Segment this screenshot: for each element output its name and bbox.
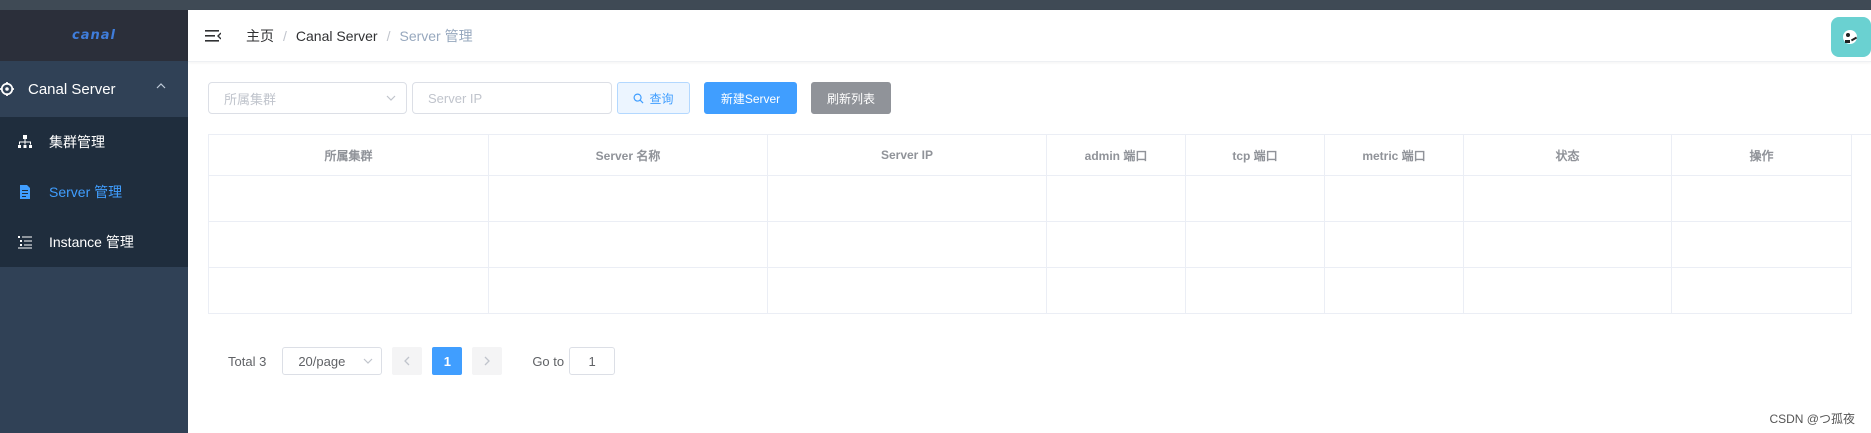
table-cell xyxy=(1464,268,1672,314)
search-button[interactable]: 查询 xyxy=(617,82,690,114)
table-cell xyxy=(1464,176,1672,222)
table-cell xyxy=(768,176,1047,222)
hamburger-icon[interactable] xyxy=(205,28,221,44)
document-icon xyxy=(20,185,30,199)
new-server-label: 新建Server xyxy=(720,91,781,106)
breadcrumb-separator: / xyxy=(283,27,287,44)
column-header[interactable]: Server IP xyxy=(768,135,1047,176)
table-cell xyxy=(1325,268,1464,314)
sidebar: canal Canal Server 集群管理 Server 管理 Instan… xyxy=(0,10,188,433)
breadcrumb-home[interactable]: 主页 xyxy=(246,26,274,46)
column-header[interactable]: 所属集群 xyxy=(209,135,489,176)
page-size-select[interactable]: 20/page xyxy=(282,347,383,375)
submenu-items: 集群管理 Server 管理 Instance 管理 xyxy=(0,117,188,267)
table-header: 所属集群 Server 名称 Server IP admin 端口 tcp 端口… xyxy=(209,135,1871,176)
pagination: Total 3 20/page 1 Go to 1 xyxy=(228,347,616,375)
breadcrumb-canal-server[interactable]: Canal Server xyxy=(296,28,378,44)
list-icon xyxy=(18,236,32,249)
sitemap-icon xyxy=(18,135,32,148)
search-icon xyxy=(633,93,644,104)
watermark: CSDN @つ孤夜 xyxy=(1769,412,1855,426)
breadcrumb-current: Server 管理 xyxy=(399,27,473,44)
column-header[interactable]: Server 名称 xyxy=(489,135,768,176)
sidebar-item-cluster[interactable]: 集群管理 xyxy=(0,117,188,167)
table-cell xyxy=(1047,222,1186,268)
table-cell xyxy=(1672,222,1852,268)
table-cell xyxy=(1186,176,1325,222)
server-ip-input[interactable]: Server IP xyxy=(412,82,612,114)
table-cell xyxy=(1047,268,1186,314)
chevron-right-icon xyxy=(484,356,491,366)
table-cell xyxy=(209,176,489,222)
cluster-select[interactable]: 所属集群 xyxy=(208,82,407,114)
table-cell xyxy=(489,268,768,314)
table-cell xyxy=(1186,222,1325,268)
sidebar-item-label: Server 管理 xyxy=(49,184,123,200)
navbar: 主页 / Canal Server / Server 管理 xyxy=(188,10,1871,62)
avatar[interactable] xyxy=(1831,17,1871,57)
window-top-strip xyxy=(0,0,1871,10)
chevron-down-icon xyxy=(386,95,396,101)
table-cell xyxy=(209,222,489,268)
main-content: 主页 / Canal Server / Server 管理 所属集群 Serve… xyxy=(188,10,1871,433)
server-table: 所属集群 Server 名称 Server IP admin 端口 tcp 端口… xyxy=(208,134,1871,314)
chevron-left-icon xyxy=(404,356,410,366)
sidebar-item-label: 集群管理 xyxy=(49,134,105,150)
filter-toolbar: 所属集群 Server IP 查询 新建Server 刷新列表 xyxy=(208,82,891,114)
table-cell xyxy=(1047,176,1186,222)
prev-page-button[interactable] xyxy=(392,347,423,375)
sidebar-item-instance[interactable]: Instance 管理 xyxy=(0,217,188,267)
goto-label: Go to xyxy=(532,353,565,369)
refresh-list-button[interactable]: 刷新列表 xyxy=(811,82,891,114)
sidebar-item-server[interactable]: Server 管理 xyxy=(0,167,188,217)
table-cell xyxy=(1325,176,1464,222)
table-cell xyxy=(489,176,768,222)
server-ip-placeholder: Server IP xyxy=(428,90,483,106)
table-cell xyxy=(1325,222,1464,268)
column-header[interactable]: 状态 xyxy=(1464,135,1672,176)
column-header[interactable]: admin 端口 xyxy=(1047,135,1186,176)
chevron-down-icon xyxy=(363,358,373,364)
logo[interactable]: canal xyxy=(0,10,188,61)
breadcrumb: 主页 / Canal Server / Server 管理 xyxy=(246,26,473,46)
submenu-label: Canal Server xyxy=(28,80,116,98)
logo-text: canal xyxy=(72,28,116,43)
new-server-button[interactable]: 新建Server xyxy=(704,82,797,114)
table-body xyxy=(209,176,1871,314)
table-cell xyxy=(768,268,1047,314)
table-cell xyxy=(768,222,1047,268)
table-cell xyxy=(1672,176,1852,222)
chevron-up-icon xyxy=(156,83,166,89)
table-cell xyxy=(1186,268,1325,314)
column-header[interactable]: tcp 端口 xyxy=(1186,135,1325,176)
table-row[interactable] xyxy=(209,222,1871,268)
submenu-canal-server[interactable]: Canal Server xyxy=(0,61,188,117)
goto-page-input[interactable]: 1 xyxy=(569,347,616,375)
refresh-list-label: 刷新列表 xyxy=(826,91,875,106)
page-size-value: 20/page xyxy=(298,353,346,369)
gear-icon xyxy=(0,82,14,96)
pagination-total: Total 3 xyxy=(228,353,267,369)
table-row[interactable] xyxy=(209,268,1871,314)
table-cell xyxy=(489,222,768,268)
next-page-button[interactable] xyxy=(472,347,503,375)
search-button-label: 查询 xyxy=(649,91,674,106)
table-cell xyxy=(1672,268,1852,314)
table-cell xyxy=(209,268,489,314)
table-cell xyxy=(1464,222,1672,268)
avatar-image-icon xyxy=(1843,30,1858,44)
cluster-select-placeholder: 所属集群 xyxy=(224,91,277,107)
breadcrumb-separator: / xyxy=(386,27,391,44)
column-header[interactable]: metric 端口 xyxy=(1325,135,1464,176)
page-number-current[interactable]: 1 xyxy=(432,347,463,375)
column-header[interactable]: 操作 xyxy=(1672,135,1852,176)
sidebar-item-label: Instance 管理 xyxy=(49,234,134,250)
table-row[interactable] xyxy=(209,176,1871,222)
